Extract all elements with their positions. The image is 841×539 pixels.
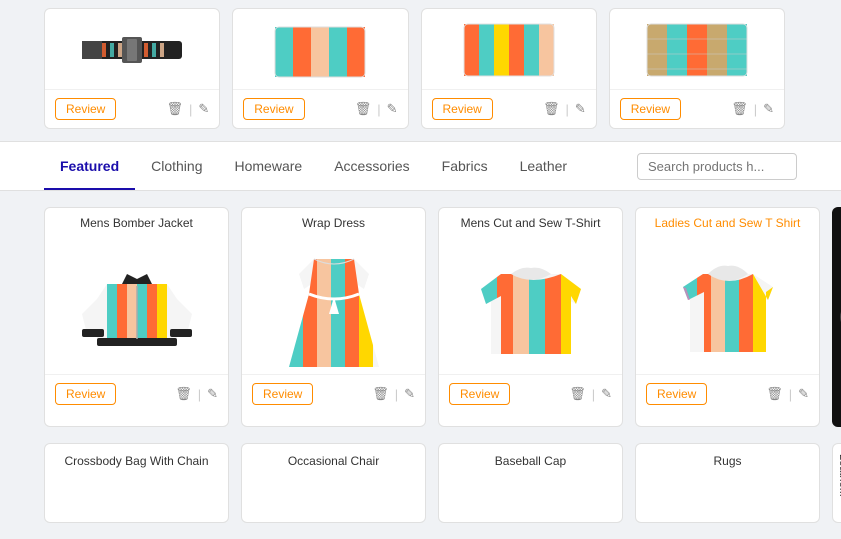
- product-card-dress: Wrap Dress: [241, 207, 426, 427]
- tab-fabrics[interactable]: Fabrics: [426, 144, 504, 190]
- delete-icon-mens-tshirt[interactable]: 🗑: [569, 386, 586, 402]
- top-card-1: Review 🗑 | ✎: [44, 8, 220, 129]
- edit-icon-bomber[interactable]: ✎: [207, 386, 218, 402]
- divider-top-1: |: [189, 102, 192, 117]
- product-card-bomber: Mens Bomber Jacket: [44, 207, 229, 427]
- products-section: Mens Bomber Jacket: [0, 191, 841, 539]
- product-card-ladies-tshirt: Ladies Cut and Sew T Shirt: [635, 207, 820, 427]
- tab-accessories[interactable]: Accessories: [318, 144, 425, 190]
- partial-card-bottom-right: Leathe...: [832, 443, 841, 523]
- tab-featured[interactable]: Featured: [44, 144, 135, 190]
- top-card-3-image: [422, 9, 596, 89]
- action-icons-top-4: 🗑 | ✎: [731, 101, 774, 117]
- review-button-bomber[interactable]: Review: [55, 383, 116, 405]
- wrap-dress-svg: [274, 237, 394, 372]
- divider-bomber: |: [198, 387, 201, 402]
- partial-card-right: +: [832, 207, 841, 427]
- review-button-ladies-tshirt[interactable]: Review: [646, 383, 707, 405]
- delete-icon-top-1[interactable]: 🗑: [166, 101, 183, 117]
- mens-tshirt-svg: [466, 239, 596, 369]
- divider-ladies-tshirt: |: [789, 387, 792, 402]
- review-button-top-3[interactable]: Review: [432, 98, 493, 120]
- review-button-top-4[interactable]: Review: [620, 98, 681, 120]
- top-card-2-actions: Review 🗑 | ✎: [233, 89, 407, 128]
- action-icons-bomber: 🗑 | ✎: [175, 386, 218, 402]
- product-card-cap: Baseball Cap: [438, 443, 623, 523]
- delete-icon-top-3[interactable]: 🗑: [543, 101, 560, 117]
- top-card-4: Review 🗑 | ✎: [609, 8, 785, 129]
- delete-icon-top-2[interactable]: 🗑: [355, 101, 372, 117]
- review-button-mens-tshirt[interactable]: Review: [449, 383, 510, 405]
- product-title-chair: Occasional Chair: [242, 444, 425, 476]
- action-icons-ladies-tshirt: 🗑 | ✎: [766, 386, 809, 402]
- product-image-svg-4: [637, 19, 757, 79]
- top-card-3-actions: Review 🗑 | ✎: [422, 89, 596, 128]
- top-card-1-actions: Review 🗑 | ✎: [45, 89, 219, 128]
- delete-icon-dress[interactable]: 🗑: [372, 386, 389, 402]
- delete-icon-top-4[interactable]: 🗑: [731, 101, 748, 117]
- top-card-3: Review 🗑 | ✎: [421, 8, 597, 129]
- divider-mens-tshirt: |: [592, 387, 595, 402]
- divider-top-4: |: [754, 102, 757, 117]
- partial-title-text: Leathe...: [833, 444, 841, 507]
- edit-icon-top-1[interactable]: ✎: [198, 101, 209, 117]
- product-title-cap: Baseball Cap: [439, 444, 622, 476]
- product-card-mens-tshirt: Mens Cut and Sew T-Shirt: [438, 207, 623, 427]
- delete-icon-ladies-tshirt[interactable]: 🗑: [766, 386, 783, 402]
- product-footer-ladies-tshirt: Review 🗑 | ✎: [636, 374, 819, 413]
- product-footer-dress: Review 🗑 | ✎: [242, 374, 425, 413]
- product-card-rugs: Rugs: [635, 443, 820, 523]
- product-title-ladies-tshirt: Ladies Cut and Sew T Shirt: [636, 208, 819, 234]
- product-image-svg-2: [260, 19, 380, 79]
- edit-icon-dress[interactable]: ✎: [404, 386, 415, 402]
- divider-top-3: |: [565, 102, 568, 117]
- tab-homeware[interactable]: Homeware: [219, 144, 319, 190]
- action-icons-top-2: 🗑 | ✎: [355, 101, 398, 117]
- delete-icon-bomber[interactable]: 🗑: [175, 386, 192, 402]
- edit-icon-top-2[interactable]: ✎: [387, 101, 398, 117]
- main-products-row: Mens Bomber Jacket: [44, 207, 797, 427]
- product-image-area-ladies-tshirt: [636, 234, 819, 374]
- top-card-2-image: [233, 9, 407, 89]
- review-button-top-2[interactable]: Review: [243, 98, 304, 120]
- ladies-tshirt-svg: [663, 239, 793, 369]
- product-card-chair: Occasional Chair: [241, 443, 426, 523]
- product-image-area-dress: [242, 234, 425, 374]
- product-title-mens-tshirt: Mens Cut and Sew T-Shirt: [439, 208, 622, 234]
- action-icons-dress: 🗑 | ✎: [372, 386, 415, 402]
- divider-top-2: |: [377, 102, 380, 117]
- product-title-bomber: Mens Bomber Jacket: [45, 208, 228, 234]
- top-card-4-image: [610, 9, 784, 89]
- product-title-dress: Wrap Dress: [242, 208, 425, 234]
- top-card-1-image: [45, 9, 219, 89]
- action-icons-top-3: 🗑 | ✎: [543, 101, 586, 117]
- product-image-area-mens-tshirt: [439, 234, 622, 374]
- divider-dress: |: [395, 387, 398, 402]
- action-icons-top-1: 🗑 | ✎: [166, 101, 209, 117]
- tab-leather[interactable]: Leather: [504, 144, 583, 190]
- top-card-2: Review 🗑 | ✎: [232, 8, 408, 129]
- tabs-section: Featured Clothing Homeware Accessories F…: [0, 141, 841, 191]
- top-card-4-actions: Review 🗑 | ✎: [610, 89, 784, 128]
- bottom-products-row: Crossbody Bag With Chain Occasional Chai…: [44, 443, 797, 523]
- review-button-top-1[interactable]: Review: [55, 98, 116, 120]
- edit-icon-mens-tshirt[interactable]: ✎: [601, 386, 612, 402]
- review-button-dress[interactable]: Review: [252, 383, 313, 405]
- product-title-rugs: Rugs: [636, 444, 819, 476]
- bomber-jacket-svg: [72, 239, 202, 369]
- product-image-area-bomber: [45, 234, 228, 374]
- product-image-svg: [72, 19, 192, 79]
- product-footer-bomber: Review 🗑 | ✎: [45, 374, 228, 413]
- tab-clothing[interactable]: Clothing: [135, 144, 218, 190]
- edit-icon-ladies-tshirt[interactable]: ✎: [798, 386, 809, 402]
- product-image-svg-3: [449, 19, 569, 79]
- product-footer-mens-tshirt: Review 🗑 | ✎: [439, 374, 622, 413]
- edit-icon-top-3[interactable]: ✎: [575, 101, 586, 117]
- search-input[interactable]: [637, 153, 797, 180]
- product-card-crossbody: Crossbody Bag With Chain: [44, 443, 229, 523]
- edit-icon-top-4[interactable]: ✎: [763, 101, 774, 117]
- product-title-crossbody: Crossbody Bag With Chain: [45, 444, 228, 476]
- action-icons-mens-tshirt: 🗑 | ✎: [569, 386, 612, 402]
